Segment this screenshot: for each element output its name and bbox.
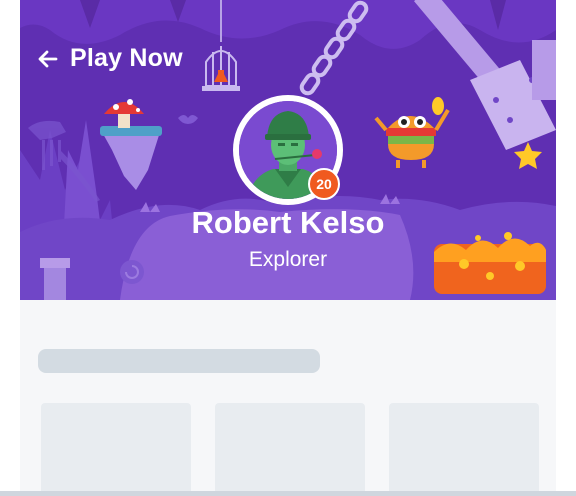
skeleton-card xyxy=(41,403,191,496)
skeleton-title xyxy=(38,349,320,373)
bottom-divider xyxy=(0,491,576,496)
arrow-left-icon xyxy=(38,50,58,67)
level-badge: 20 xyxy=(308,168,340,200)
loading-content xyxy=(20,300,556,496)
back-link-label: Play Now xyxy=(70,44,183,72)
profile-screen: Play Now 20 Robert Kelso Explorer xyxy=(20,0,556,496)
skeleton-card xyxy=(389,403,539,496)
player-name: Robert Kelso xyxy=(191,205,385,240)
skeleton-card xyxy=(215,403,365,496)
profile-hero: Play Now 20 Robert Kelso Explorer xyxy=(20,0,556,300)
player-role: Explorer xyxy=(248,248,328,271)
play-now-back-link[interactable]: Play Now xyxy=(36,44,183,73)
